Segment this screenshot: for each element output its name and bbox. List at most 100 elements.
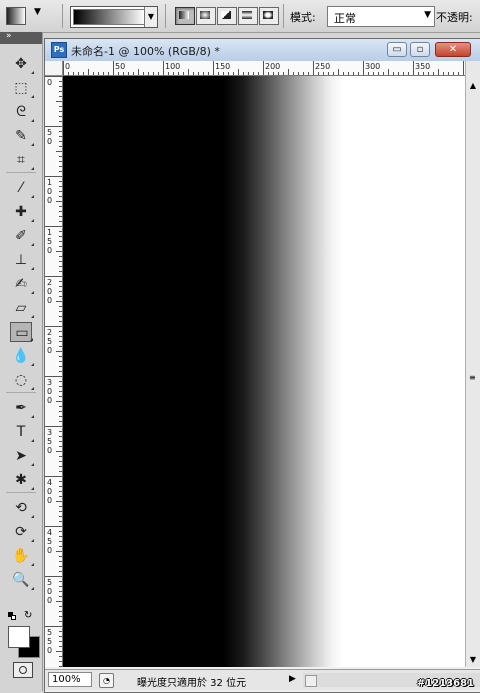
ruler-v-label: 550 (47, 628, 53, 655)
default-colors-icon[interactable] (8, 612, 16, 620)
document-info-icon[interactable]: ◔ (99, 673, 114, 688)
ruler-v-label: 400 (47, 478, 53, 505)
blend-mode-select[interactable]: 正常 ▼ (327, 6, 435, 27)
brush-tool-icon: ✐ (15, 228, 27, 244)
minimize-button[interactable]: ▭ (387, 42, 407, 57)
path-select-tool-button[interactable]: ➤ (10, 446, 34, 466)
clone-stamp-tool-button[interactable]: ⊥ (10, 250, 34, 270)
separator (165, 4, 166, 28)
diamond-gradient-button[interactable] (259, 7, 279, 25)
blur-tool-icon: 💧 (12, 348, 30, 364)
status-menu-arrow-icon[interactable]: ▶ (289, 674, 296, 684)
type-tool-icon: T (16, 424, 26, 440)
options-bar: ▼ ▼ 模式: 正常 ▼ 不透明: (0, 0, 480, 33)
opacity-label: 不透明: (436, 11, 473, 24)
zoom-value: 100% (52, 674, 81, 685)
ruler-h-label: 200 (265, 62, 281, 71)
lasso-tool-icon: ᘓ (16, 104, 26, 120)
ruler-origin[interactable] (45, 61, 63, 76)
toolbox-header[interactable]: » (0, 31, 42, 44)
ruler-v-label: 50 (47, 128, 53, 146)
tool-preset-picker[interactable]: ▼ (4, 5, 56, 27)
3d-orbit-tool-icon: ⟳ (15, 524, 27, 540)
reflected-gradient-icon (242, 11, 252, 19)
toolbox-divider (6, 492, 36, 493)
ruler-v-label: 350 (47, 428, 53, 455)
angle-gradient-icon (221, 11, 231, 19)
blur-tool-button[interactable]: 💧 (10, 346, 34, 366)
zoom-tool-button[interactable]: 🔍 (10, 570, 34, 590)
ruler-v-label: 150 (47, 228, 53, 255)
linear-gradient-button[interactable] (175, 7, 195, 25)
swap-colors-icon[interactable]: ↻ (24, 610, 32, 621)
eyedropper-tool-button[interactable]: ⁄ (10, 178, 34, 198)
type-tool-button[interactable]: T (10, 422, 34, 442)
path-select-tool-icon: ➤ (15, 448, 27, 464)
collapse-icon[interactable]: » (6, 31, 11, 41)
move-tool-button[interactable]: ✥ (10, 54, 34, 74)
shape-tool-icon: ✱ (15, 472, 27, 488)
gradient-picker[interactable]: ▼ (70, 6, 158, 28)
history-brush-tool-button[interactable]: ✍ (10, 274, 34, 294)
dodge-tool-button[interactable]: ◌ (10, 370, 34, 390)
foreground-color-swatch[interactable] (8, 626, 30, 648)
ruler-v-label: 100 (47, 178, 53, 205)
maximize-icon: ▫ (416, 44, 424, 55)
3d-orbit-tool-button[interactable]: ⟳ (10, 522, 34, 542)
photoshop-icon: Ps (51, 42, 67, 58)
watermark: #1213681 (416, 678, 474, 689)
quick-select-tool-icon: ✎ (15, 128, 27, 144)
crop-tool-icon: ⌗ (17, 152, 25, 168)
pen-tool-button[interactable]: ✒ (10, 398, 34, 418)
lasso-tool-button[interactable]: ᘓ (10, 102, 34, 122)
hand-tool-icon: ✋ (12, 548, 30, 564)
maximize-button[interactable]: ▫ (410, 42, 430, 57)
pen-tool-icon: ✒ (15, 400, 27, 416)
3d-rotate-tool-button[interactable]: ⟲ (10, 498, 34, 518)
ruler-v-label: 0 (47, 78, 53, 87)
angle-gradient-button[interactable] (217, 7, 237, 25)
marquee-tool-button[interactable]: ⬚ (10, 78, 34, 98)
eraser-tool-button[interactable]: ▱ (10, 298, 34, 318)
toolbox-divider (6, 172, 36, 173)
hand-tool-button[interactable]: ✋ (10, 546, 34, 566)
linear-gradient-icon (179, 11, 189, 19)
quick-select-tool-button[interactable]: ✎ (10, 126, 34, 146)
brush-tool-button[interactable]: ✐ (10, 226, 34, 246)
vertical-scrollbar[interactable]: ▲ ≡ ▼ (465, 61, 480, 667)
ruler-v-label: 500 (47, 578, 53, 605)
vertical-ruler[interactable]: 0 50 100 150 200 250 300 350 400 450 500 550 (45, 76, 63, 667)
marquee-tool-icon: ⬚ (14, 80, 28, 96)
chevron-down-icon[interactable]: ▼ (144, 7, 157, 27)
document-titlebar[interactable]: Ps 未命名-1 @ 100% (RGB/8) * ▭ ▫ ✕ (45, 39, 480, 62)
ruler-h-label: 100 (165, 62, 181, 71)
healing-brush-tool-button[interactable]: ✚ (10, 202, 34, 222)
ruler-h-label: 250 (315, 62, 331, 71)
move-tool-icon: ✥ (15, 56, 27, 72)
quick-mask-button[interactable] (13, 662, 33, 678)
crop-tool-button[interactable]: ⌗ (10, 150, 34, 170)
horizontal-ruler[interactable]: 0 50 100 150 200 250 300 350 (63, 61, 465, 76)
scroll-up-icon[interactable]: ▲ (468, 81, 478, 91)
dodge-tool-icon: ◌ (14, 372, 28, 388)
history-brush-tool-icon: ✍ (15, 276, 27, 292)
radial-gradient-icon (200, 11, 210, 19)
ruler-v-label: 300 (47, 378, 53, 405)
toolbox: » ↻ ✥ ⬚ ᘓ ✎ ⌗ ⁄ ✚ ✐ ⊥ ✍ ▱ ▭ 💧 ◌ ✒ T ➤ ✱ ⟲ ⟳ ✋ 🔍 (0, 31, 43, 691)
ruler-h-label: 50 (115, 62, 126, 71)
document-window: Ps 未命名-1 @ 100% (RGB/8) * ▭ ▫ ✕ 0 50 100 15… (44, 38, 480, 693)
ruler-v-label: 200 (47, 278, 53, 305)
zoom-field[interactable]: 100% (48, 672, 92, 687)
shape-tool-button[interactable]: ✱ (10, 470, 34, 490)
separator (283, 4, 284, 28)
chevron-down-icon: ▼ (34, 7, 41, 17)
scroll-thumb[interactable] (305, 675, 317, 687)
scroll-down-icon[interactable]: ▼ (468, 655, 478, 665)
radial-gradient-button[interactable] (196, 7, 216, 25)
close-button[interactable]: ✕ (435, 42, 471, 57)
gradient-tool-button[interactable]: ▭ (10, 322, 33, 342)
canvas[interactable] (63, 76, 465, 667)
gradient-tool-icon (6, 7, 26, 25)
scroll-grip-icon[interactable]: ≡ (469, 373, 476, 382)
reflected-gradient-button[interactable] (238, 7, 258, 25)
